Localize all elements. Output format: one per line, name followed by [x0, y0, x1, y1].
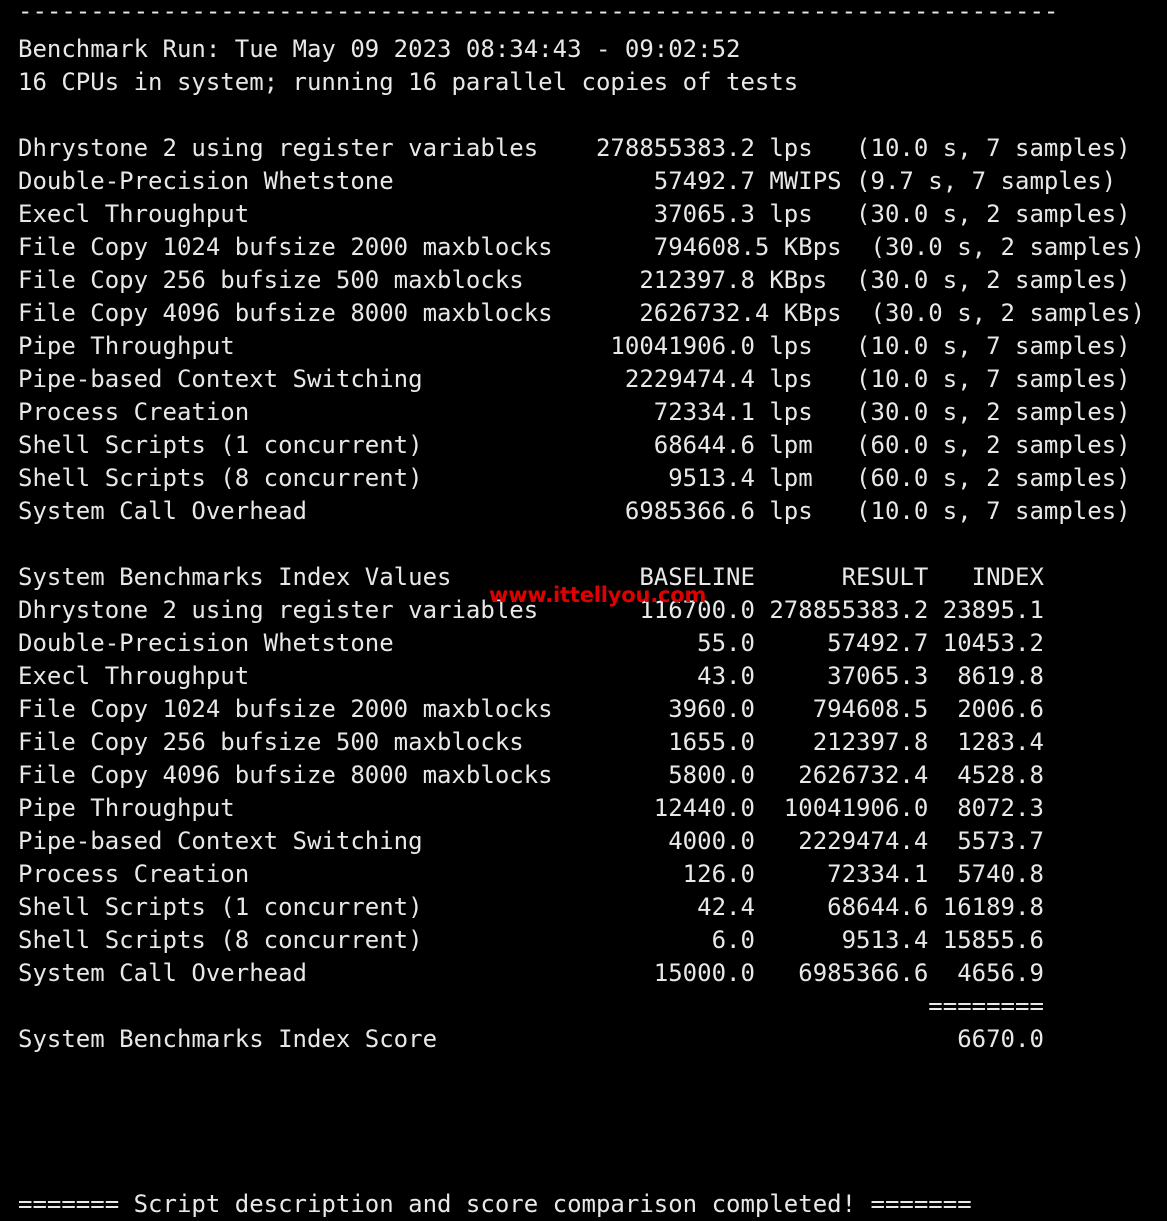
result-row: Process Creation 72334.1 lps (30.0 s, 2 … [18, 398, 1131, 426]
index-row: File Copy 4096 bufsize 8000 maxblocks 58… [18, 761, 1044, 789]
index-row: Pipe-based Context Switching 4000.0 2229… [18, 827, 1044, 855]
index-row: Double-Precision Whetstone 55.0 57492.7 … [18, 629, 1044, 657]
result-row: Dhrystone 2 using register variables 278… [18, 134, 1131, 162]
result-row: Shell Scripts (1 concurrent) 68644.6 lpm… [18, 431, 1131, 459]
result-row: Pipe-based Context Switching 2229474.4 l… [18, 365, 1131, 393]
result-row: Shell Scripts (8 concurrent) 9513.4 lpm … [18, 464, 1131, 492]
terminal-window: ----------------------------------------… [0, 0, 1167, 1218]
score-divider-rule: ======== [18, 992, 1044, 1020]
index-table-header-row: System Benchmarks Index Values BASELINE … [18, 563, 1044, 591]
top-divider-rule: ----------------------------------------… [18, 0, 1059, 25]
index-row: Process Creation 126.0 72334.1 5740.8 [18, 860, 1044, 888]
index-values-block: Dhrystone 2 using register variables 116… [0, 594, 1167, 990]
result-row: Double-Precision Whetstone 57492.7 MWIPS… [18, 167, 1117, 195]
index-score-row: System Benchmarks Index Score 6670.0 [18, 1025, 1044, 1053]
index-row: System Call Overhead 15000.0 6985366.6 4… [18, 959, 1044, 987]
raw-results-block: Dhrystone 2 using register variables 278… [0, 132, 1167, 528]
index-row: Shell Scripts (1 concurrent) 42.4 68644.… [18, 893, 1044, 921]
index-row: File Copy 256 bufsize 500 maxblocks 1655… [18, 728, 1044, 756]
index-row: Dhrystone 2 using register variables 116… [18, 596, 1044, 624]
index-row: Execl Throughput 43.0 37065.3 8619.8 [18, 662, 1044, 690]
result-row: File Copy 256 bufsize 500 maxblocks 2123… [18, 266, 1131, 294]
result-row: Pipe Throughput 10041906.0 lps (10.0 s, … [18, 332, 1131, 360]
benchmark-run-header: Benchmark Run: Tue May 09 2023 08:34:43 … [18, 35, 741, 63]
result-row: File Copy 1024 bufsize 2000 maxblocks 79… [18, 233, 1146, 261]
result-row: File Copy 4096 bufsize 8000 maxblocks 26… [18, 299, 1146, 327]
index-row: Pipe Throughput 12440.0 10041906.0 8072.… [18, 794, 1044, 822]
result-row: Execl Throughput 37065.3 lps (30.0 s, 2 … [18, 200, 1131, 228]
cpu-count-header: 16 CPUs in system; running 16 parallel c… [18, 68, 799, 96]
index-row: Shell Scripts (8 concurrent) 6.0 9513.4 … [18, 926, 1044, 954]
index-row: File Copy 1024 bufsize 2000 maxblocks 39… [18, 695, 1044, 723]
result-row: System Call Overhead 6985366.6 lps (10.0… [18, 497, 1131, 525]
